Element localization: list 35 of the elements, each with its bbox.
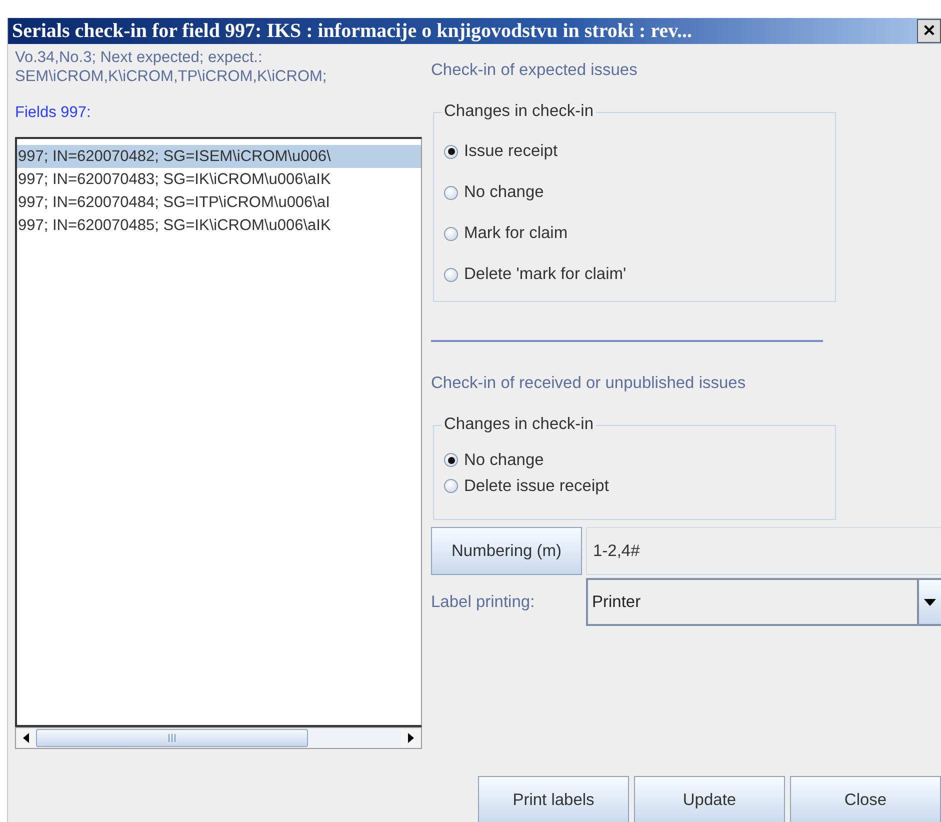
section-heading: Check-in of expected issues bbox=[431, 61, 638, 80]
scroll-thumb[interactable] bbox=[36, 729, 308, 747]
horizontal-scrollbar[interactable] bbox=[15, 727, 422, 749]
dialog-button[interactable]: Print labels bbox=[478, 776, 629, 822]
radio-button[interactable] bbox=[444, 144, 458, 158]
list-item[interactable]: 997; IN=620070482; SG=ISEM\iCROM\u006\ bbox=[17, 145, 421, 168]
window-title: Serials check-in for field 997: IKS : informacije o knjigovodstvu in stroki : rev... bbox=[11, 20, 692, 42]
scroll-right-icon[interactable] bbox=[401, 729, 421, 747]
group-title: Changes in check-in bbox=[442, 415, 596, 434]
scroll-left-icon[interactable] bbox=[16, 729, 36, 747]
radio-option[interactable]: No change bbox=[444, 447, 835, 473]
radio-button[interactable] bbox=[444, 479, 458, 493]
radio-option[interactable]: Delete issue receipt bbox=[444, 473, 835, 499]
label-printing-label: Label printing: bbox=[431, 592, 536, 612]
group-title: Changes in check-in bbox=[442, 102, 596, 121]
radio-option[interactable]: Issue receipt bbox=[444, 131, 835, 172]
radio-button[interactable] bbox=[444, 453, 458, 467]
radio-option[interactable]: No change bbox=[444, 172, 835, 213]
label-printing-dropdown[interactable]: Printer bbox=[586, 578, 941, 626]
radio-button[interactable] bbox=[444, 226, 458, 240]
radio-button[interactable] bbox=[444, 186, 458, 200]
expected-issue-info: Vo.34,No.3; Next expected; expect.: SEM\iCROM,K\iCROM,TP\iCROM,K\iCROM; bbox=[15, 48, 328, 86]
numbering-field[interactable]: 1-2,4# bbox=[586, 527, 941, 575]
close-button[interactable]: ✕ bbox=[917, 19, 941, 43]
numbering-button[interactable]: Numbering (m) bbox=[431, 527, 582, 575]
radio-option[interactable]: Mark for claim bbox=[444, 213, 835, 254]
list-item[interactable]: 997; IN=620070483; SG=IK\iCROM\u006\aIK bbox=[17, 168, 421, 191]
fields-label: Fields 997: bbox=[15, 104, 92, 122]
radio-button[interactable] bbox=[444, 268, 458, 282]
dialog-button[interactable]: Close bbox=[790, 776, 941, 822]
list-item[interactable]: 997; IN=620070484; SG=ITP\iCROM\u006\aI bbox=[17, 191, 421, 214]
list-item[interactable]: 997; IN=620070485; SG=IK\iCROM\u006\aIK bbox=[17, 214, 421, 237]
dialog-button[interactable]: Update bbox=[634, 776, 785, 822]
radio-option[interactable]: Delete 'mark for claim' bbox=[444, 254, 835, 295]
section-heading: Check-in of received or unpublished issues bbox=[431, 374, 747, 393]
